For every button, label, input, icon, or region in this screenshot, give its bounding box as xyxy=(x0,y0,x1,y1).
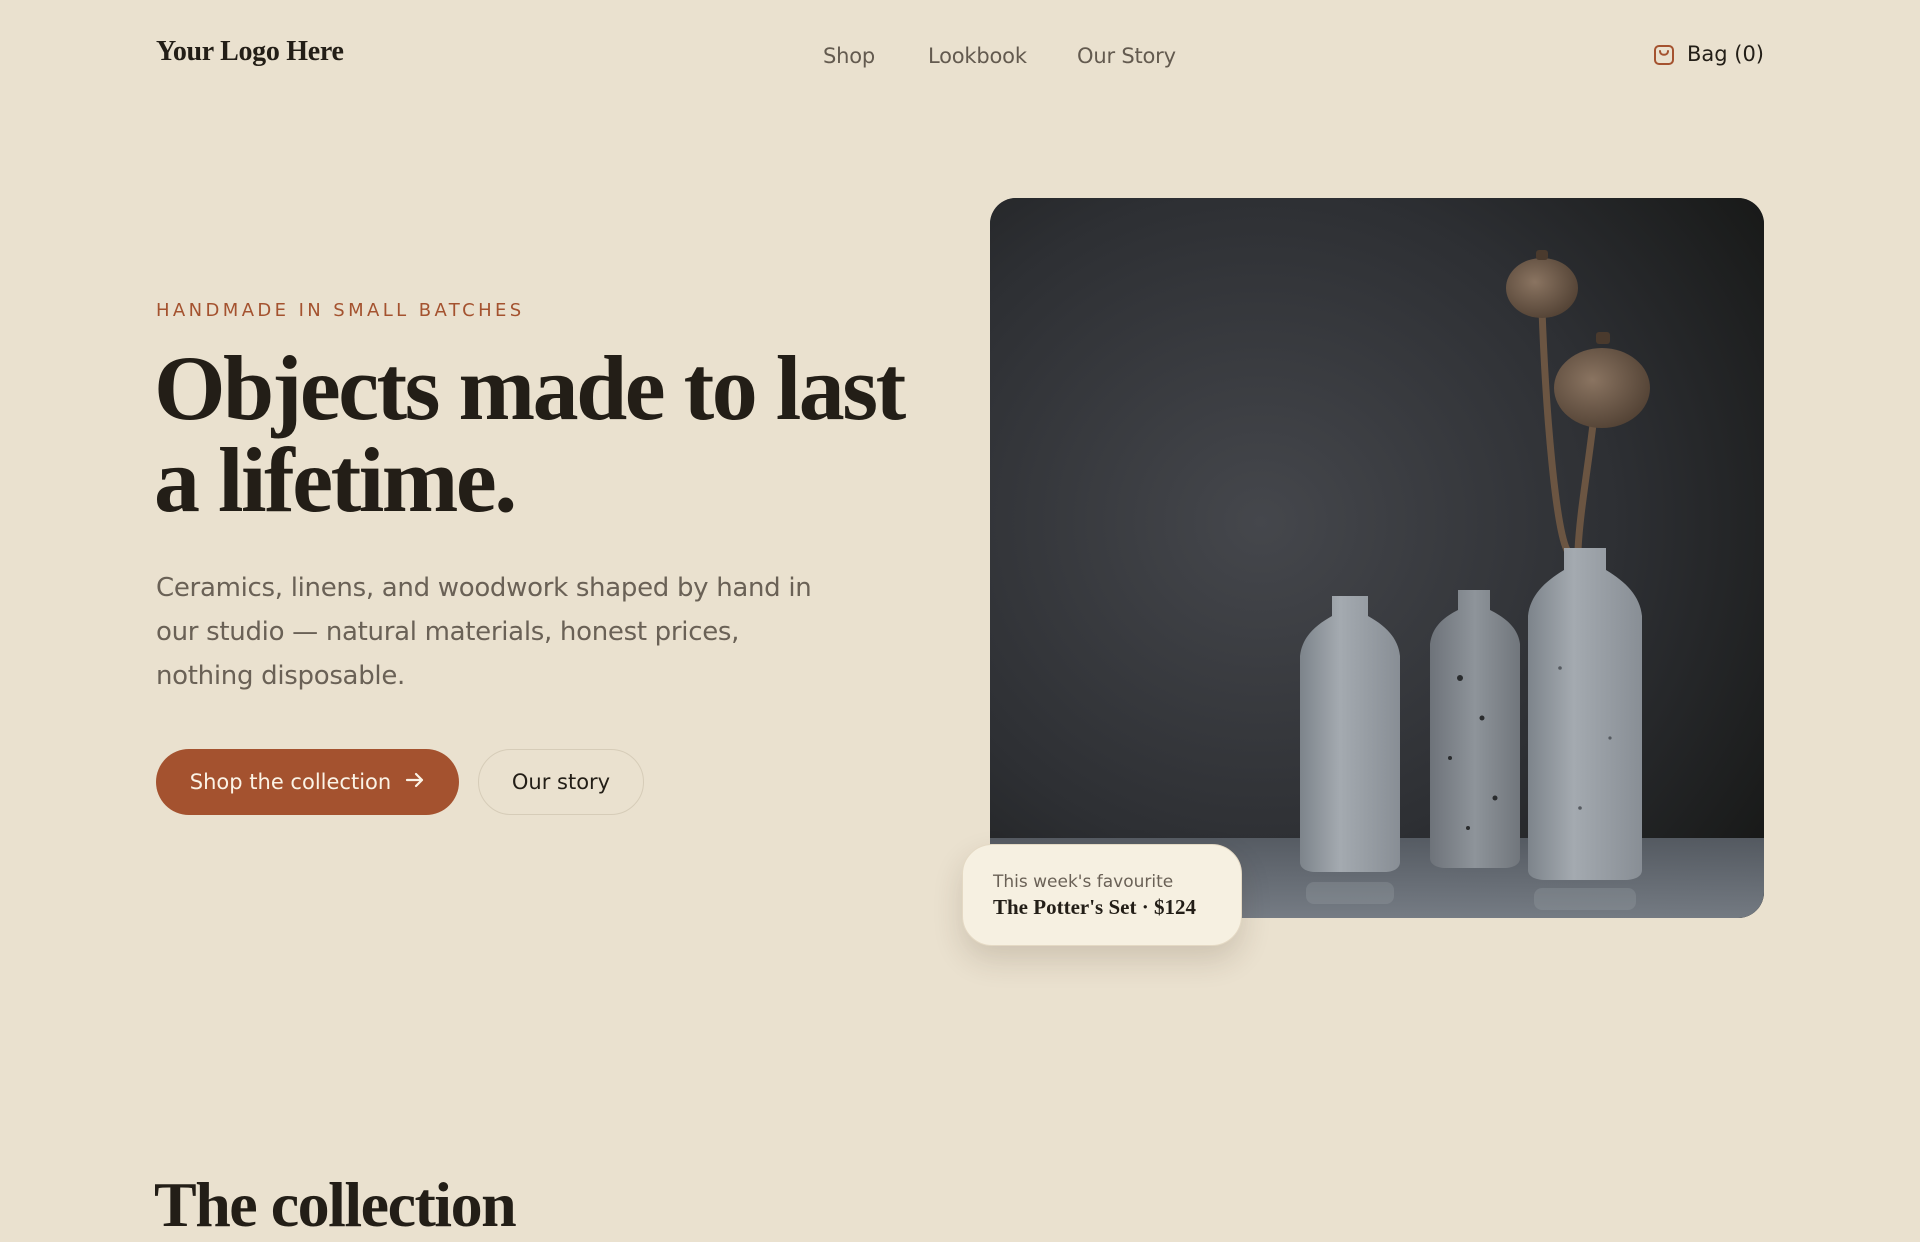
shopping-bag-icon xyxy=(1653,42,1675,66)
our-story-button[interactable]: Our story xyxy=(478,749,644,815)
our-story-label: Our story xyxy=(511,770,611,794)
bag-label: Bag (0) xyxy=(1686,42,1764,66)
collection-title: The collection xyxy=(154,1169,517,1240)
nav-link-lookbook[interactable]: Lookbook xyxy=(928,44,1027,68)
shop-collection-button[interactable]: Shop the collection xyxy=(156,749,459,815)
featured-label: This week's favourite xyxy=(993,872,1174,892)
nav-link-our-story[interactable]: Our Story xyxy=(1077,44,1176,68)
nav-link-shop[interactable]: Shop xyxy=(823,44,875,68)
hero-description: Ceramics, linens, and woodwork shaped by… xyxy=(156,573,812,691)
bag-button[interactable]: Bag (0) xyxy=(1653,42,1764,66)
main-nav: Shop Lookbook Our Story xyxy=(0,44,1920,74)
arrow-right-icon xyxy=(405,770,425,794)
hero-headline: Objects made to last a lifetime. xyxy=(154,337,906,531)
hero-image xyxy=(990,198,1764,918)
hero-eyebrow: HANDMADE IN SMALL BATCHES xyxy=(156,300,525,321)
featured-title: The Potter's Set · $124 xyxy=(993,895,1196,919)
featured-product-card[interactable]: This week's favourite The Potter's Set ·… xyxy=(962,844,1242,946)
shop-collection-label: Shop the collection xyxy=(189,770,392,794)
